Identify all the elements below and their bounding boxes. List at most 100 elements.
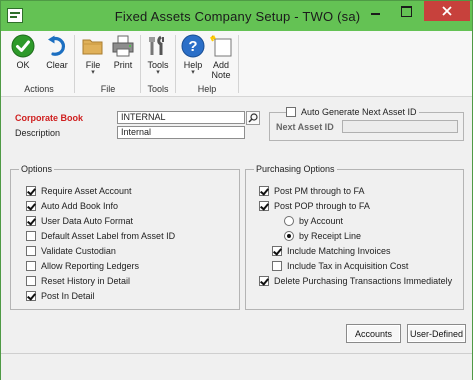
tools-icon — [146, 34, 170, 58]
option-row[interactable]: Allow Reporting Ledgers — [26, 260, 139, 272]
post-pm-checkbox[interactable] — [259, 186, 269, 196]
option-row[interactable]: User Data Auto Format — [26, 215, 133, 227]
check-icon — [11, 34, 35, 58]
toolbar-separator — [238, 35, 239, 93]
ok-label: OK — [16, 60, 30, 70]
corporate-book-lookup-button[interactable] — [246, 111, 260, 125]
toolbar-group-label-file: File — [100, 84, 116, 94]
include-matching-label: Include Matching Invoices — [287, 246, 391, 256]
chevron-down-icon: ▾ — [156, 69, 160, 76]
option-row[interactable]: Default Asset Label from Asset ID — [26, 230, 175, 242]
option-row[interactable]: Auto Add Book Info — [26, 200, 118, 212]
post-pop-row[interactable]: Post POP through to FA — [259, 200, 370, 212]
print-label: Print — [113, 60, 133, 70]
option-checkbox[interactable] — [26, 186, 36, 196]
chevron-down-icon: ▾ — [91, 69, 95, 76]
help-icon: ? — [181, 34, 205, 58]
toolbar-separator — [74, 35, 75, 93]
option-checkbox[interactable] — [26, 201, 36, 211]
option-label: Validate Custodian — [41, 246, 116, 256]
toolbar-group-help: ? Help ▾ Add Note Help — [177, 31, 237, 97]
maximize-button[interactable] — [393, 1, 419, 21]
accounts-button[interactable]: Accounts — [346, 324, 401, 343]
print-button[interactable]: Print — [107, 31, 139, 79]
user-defined-button[interactable]: User-Defined — [407, 324, 466, 343]
search-icon — [248, 113, 258, 123]
chevron-down-icon: ▾ — [191, 69, 195, 76]
by-receipt-line-label: by Receipt Line — [299, 231, 362, 241]
options-panel: Options Require Asset Account Auto Add Bo… — [10, 164, 240, 310]
option-checkbox[interactable] — [26, 231, 36, 241]
toolbar-group-file: File ▾ Print File — [77, 31, 139, 97]
user-defined-button-label: User-Defined — [409, 328, 464, 339]
svg-text:?: ? — [188, 38, 197, 55]
printer-icon — [111, 34, 135, 58]
auto-generate-checkbox-row[interactable]: Auto Generate Next Asset ID — [286, 106, 419, 118]
form-content: Corporate Book INTERNAL Description Inte… — [1, 98, 472, 380]
fixed-assets-company-setup-window: Fixed Assets Company Setup - TWO (sa) OK… — [0, 0, 473, 380]
purchasing-options-panel: Purchasing Options Post PM through to FA… — [245, 164, 464, 310]
description-field[interactable]: Internal — [117, 126, 245, 139]
toolbar-group-label-tools: Tools — [147, 84, 169, 94]
option-checkbox[interactable] — [26, 291, 36, 301]
close-button[interactable] — [424, 1, 470, 21]
by-account-radio[interactable] — [284, 216, 294, 226]
corporate-book-label: Corporate Book — [15, 113, 84, 123]
option-label: Require Asset Account — [41, 186, 132, 196]
post-pm-row[interactable]: Post PM through to FA — [259, 185, 365, 197]
minimize-button[interactable] — [362, 1, 388, 21]
option-row[interactable]: Post In Detail — [26, 290, 95, 302]
toolbar-group-tools: Tools ▾ Tools — [142, 31, 174, 97]
tools-button[interactable]: Tools ▾ — [142, 31, 174, 79]
option-label: User Data Auto Format — [41, 216, 134, 226]
add-note-button[interactable]: Add Note — [205, 31, 237, 80]
option-checkbox[interactable] — [26, 276, 36, 286]
option-checkbox[interactable] — [26, 216, 36, 226]
folder-icon — [81, 34, 105, 58]
by-receipt-line-radio[interactable] — [284, 231, 294, 241]
file-button[interactable]: File ▾ — [77, 31, 109, 79]
toolbar-group-actions: OK Clear Actions — [5, 31, 73, 97]
auto-generate-checkbox[interactable] — [286, 107, 296, 117]
delete-purchasing-checkbox[interactable] — [259, 276, 269, 286]
delete-purchasing-row[interactable]: Delete Purchasing Transactions Immediate… — [259, 275, 452, 287]
toolbar-group-label-actions: Actions — [24, 84, 54, 94]
post-pop-checkbox[interactable] — [259, 201, 269, 211]
option-label: Allow Reporting Ledgers — [41, 261, 140, 271]
option-checkbox[interactable] — [26, 246, 36, 256]
toolbar-group-label-help: Help — [197, 84, 217, 94]
option-row[interactable]: Reset History in Detail — [26, 275, 130, 287]
description-label: Description — [15, 128, 61, 138]
option-label: Auto Add Book Info — [41, 201, 119, 211]
option-row[interactable]: Require Asset Account — [26, 185, 132, 197]
by-account-label: by Account — [299, 216, 344, 226]
ok-button[interactable]: OK — [7, 31, 39, 79]
include-tax-checkbox[interactable] — [272, 261, 282, 271]
auto-generate-panel: Auto Generate Next Asset ID Next Asset I… — [269, 106, 464, 141]
corporate-book-field[interactable]: INTERNAL — [117, 111, 245, 124]
clear-button[interactable]: Clear — [41, 31, 73, 79]
undo-icon — [45, 34, 69, 58]
option-label: Post In Detail — [41, 291, 95, 301]
include-tax-row[interactable]: Include Tax in Acquisition Cost — [272, 260, 408, 272]
status-bar — [1, 353, 472, 380]
option-row[interactable]: Validate Custodian — [26, 245, 116, 257]
accounts-button-label: Accounts — [354, 328, 393, 339]
toolbar-separator — [175, 35, 176, 93]
add-note-icon — [209, 34, 233, 58]
by-account-row[interactable]: by Account — [284, 215, 343, 227]
include-matching-checkbox[interactable] — [272, 246, 282, 256]
auto-generate-label: Auto Generate Next Asset ID — [301, 107, 417, 117]
next-asset-id-field[interactable] — [342, 120, 458, 133]
option-label: Default Asset Label from Asset ID — [41, 231, 176, 241]
post-pm-label: Post PM through to FA — [274, 186, 365, 196]
title-bar: Fixed Assets Company Setup - TWO (sa) — [1, 1, 472, 31]
toolbar-separator — [140, 35, 141, 93]
add-note-label: Add Note — [211, 60, 231, 80]
by-receipt-line-row[interactable]: by Receipt Line — [284, 230, 361, 242]
next-asset-id-label: Next Asset ID — [276, 122, 334, 132]
include-matching-row[interactable]: Include Matching Invoices — [272, 245, 391, 257]
option-checkbox[interactable] — [26, 261, 36, 271]
clear-label: Clear — [46, 60, 68, 70]
include-tax-label: Include Tax in Acquisition Cost — [287, 261, 409, 271]
